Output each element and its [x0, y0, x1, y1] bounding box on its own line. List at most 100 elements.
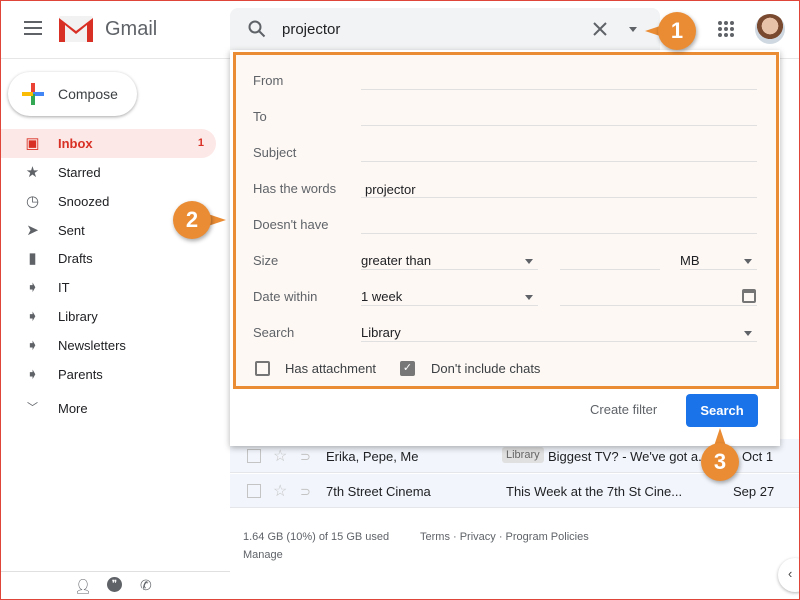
search-scope-select[interactable]: Library [361, 325, 757, 342]
sidebar-item-it[interactable]: ➧ IT [0, 273, 216, 302]
send-icon: ➤ [26, 222, 39, 239]
avatar[interactable] [755, 14, 785, 44]
date-within-select[interactable]: 1 week [361, 289, 538, 306]
search-button[interactable]: Search [686, 394, 758, 427]
has-attachment-label[interactable]: Has attachment [285, 361, 376, 376]
dont-include-chats-checkbox[interactable]: ✓ [400, 361, 415, 376]
dropdown-caret-icon [744, 331, 752, 336]
clock-icon: ◷ [25, 193, 40, 210]
from-label: From [253, 73, 284, 88]
email-date: Sep 27 [733, 484, 775, 499]
storage-usage: 1.64 GB (10%) of 15 GB used [243, 531, 390, 543]
from-field[interactable] [361, 89, 757, 90]
doesnt-have-label: Doesn't have [253, 217, 329, 232]
sidebar-item-label: IT [58, 280, 70, 295]
sidebar-item-drafts[interactable]: ▮ Drafts [0, 244, 216, 273]
sidebar-item-label: Parents [58, 367, 103, 382]
label-chip[interactable]: Library [502, 447, 544, 463]
callout-1: 1 [658, 12, 696, 50]
has-words-field[interactable]: projector [365, 182, 416, 197]
star-icon: ★ [25, 164, 40, 181]
doesnt-have-field[interactable] [361, 233, 757, 234]
label-icon: ➧ [26, 279, 39, 296]
side-panel-toggle[interactable]: ‹ [778, 558, 800, 592]
search-icon[interactable] [248, 20, 266, 38]
sidebar-item-library[interactable]: ➧ Library [0, 302, 216, 331]
sidebar-item-label: Newsletters [58, 338, 126, 353]
size-operator-value: greater than [361, 253, 432, 268]
dont-include-chats-label[interactable]: Don't include chats [431, 361, 540, 376]
gmail-logo-icon [59, 16, 93, 42]
select-checkbox[interactable] [247, 449, 261, 463]
subject-label: Subject [253, 145, 297, 160]
size-value-field[interactable] [560, 269, 660, 270]
date-within-value: 1 week [361, 289, 403, 304]
sidebar-item-label: Snoozed [58, 194, 110, 209]
has-words-underline [361, 197, 757, 198]
label-icon: ➧ [26, 337, 39, 354]
email-subject: Biggest TV? - We've got a... [548, 449, 709, 464]
date-within-label: Date within [253, 289, 318, 304]
plus-icon [22, 83, 44, 105]
important-marker-icon[interactable]: ⊃ [300, 484, 311, 500]
callout-2: 2 [173, 201, 211, 239]
star-icon[interactable]: ☆ [273, 446, 287, 466]
phone-icon[interactable]: ✆ [140, 577, 152, 594]
unread-count: 1 [197, 137, 204, 149]
callout-3: 3 [701, 443, 739, 481]
size-operator-select[interactable]: greater than [361, 253, 538, 270]
star-icon[interactable]: ☆ [273, 481, 287, 501]
sidebar-item-parents[interactable]: ➧ Parents [0, 360, 216, 389]
clear-search-icon[interactable] [593, 22, 607, 36]
dropdown-caret-icon [525, 295, 533, 300]
app-name: Gmail [105, 18, 158, 40]
label-icon: ➧ [26, 366, 39, 383]
has-attachment-checkbox[interactable] [255, 361, 270, 376]
main-menu-icon[interactable] [24, 21, 42, 35]
draft-icon: ▮ [28, 250, 37, 267]
dropdown-caret-icon [525, 259, 533, 264]
sidebar-item-more[interactable]: ﹀ More [0, 394, 216, 423]
footer-links[interactable]: Terms · Privacy · Program Policies [420, 531, 589, 543]
sidebar-item-inbox[interactable]: ▣ Inbox 1 [0, 129, 216, 158]
sidebar-item-label: Starred [58, 165, 101, 180]
apps-grid-icon[interactable] [718, 21, 734, 37]
to-label: To [253, 109, 267, 124]
checkmark-icon: ✓ [402, 362, 413, 374]
create-filter-button[interactable]: Create filter [590, 402, 657, 417]
chevron-left-icon: ‹ [788, 566, 793, 581]
search-input[interactable]: projector [282, 21, 340, 38]
sidebar-item-label: Library [58, 309, 98, 324]
sidebar-item-starred[interactable]: ★ Starred [0, 158, 216, 187]
size-unit-select[interactable]: MB [680, 253, 757, 270]
sidebar-item-label: Inbox [58, 136, 93, 151]
calendar-icon[interactable] [742, 289, 756, 303]
sidebar-divider [0, 571, 230, 572]
select-checkbox[interactable] [247, 484, 261, 498]
to-field[interactable] [361, 125, 757, 126]
sidebar-item-label: Drafts [58, 251, 93, 266]
email-sender: 7th Street Cinema [326, 484, 431, 499]
date-field[interactable] [560, 305, 757, 306]
label-icon: ➧ [26, 308, 39, 325]
chevron-down-icon: ﹀ [27, 402, 38, 414]
search-options-caret-icon[interactable] [629, 27, 637, 32]
subject-field[interactable] [361, 161, 757, 162]
compose-button[interactable]: Compose [8, 72, 137, 116]
size-label: Size [253, 253, 279, 268]
important-marker-icon[interactable]: ⊃ [300, 449, 311, 465]
sidebar-item-label: More [58, 401, 88, 416]
manage-storage-link[interactable]: Manage [243, 549, 283, 561]
size-unit-value: MB [680, 253, 700, 268]
dropdown-caret-icon [744, 259, 752, 264]
email-date: Oct 1 [742, 449, 774, 464]
contacts-icon[interactable]: 👤︎ [74, 578, 92, 595]
hangouts-icon[interactable]: ❞ [107, 577, 122, 592]
search-scope-value: Library [361, 325, 401, 340]
email-sender: Erika, Pepe, Me [326, 449, 419, 464]
search-bar[interactable]: projector [230, 8, 660, 50]
search-scope-label: Search [253, 325, 295, 340]
sidebar-item-newsletters[interactable]: ➧ Newsletters [0, 331, 216, 360]
sidebar-item-label: Sent [58, 223, 85, 238]
compose-label: Compose [58, 86, 118, 102]
